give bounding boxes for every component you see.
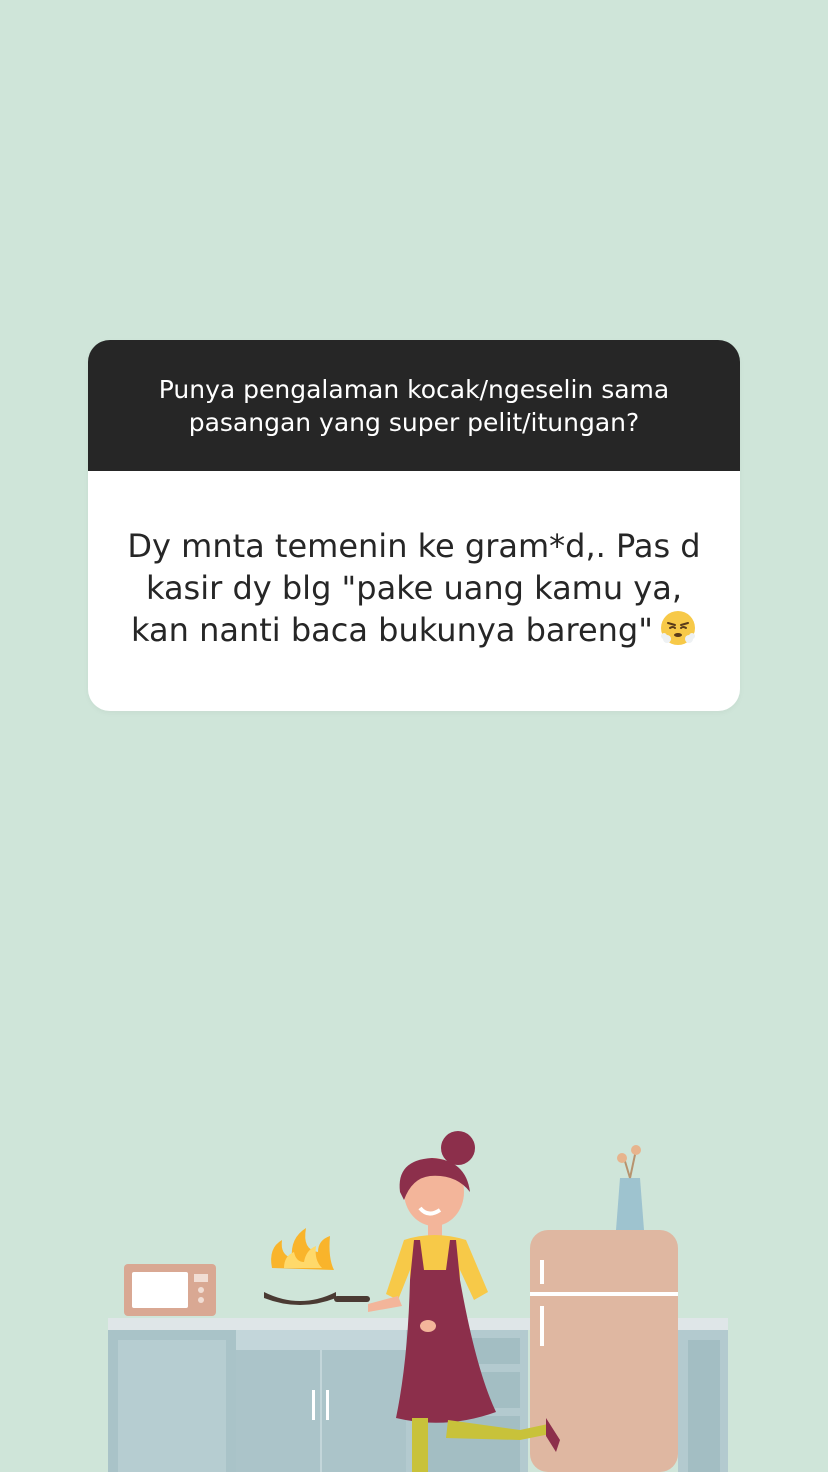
question-header: Punya pengalaman kocak/ngeselin sama pas… (88, 340, 740, 471)
face-with-steam-icon (659, 609, 697, 657)
answer-body: Dy mnta temenin ke gram*d,. Pas d kasir … (88, 471, 740, 711)
question-answer-card: Punya pengalaman kocak/ngeselin sama pas… (88, 340, 740, 711)
flower-vase-icon (616, 1145, 644, 1230)
question-text: Punya pengalaman kocak/ngeselin sama pas… (158, 374, 670, 437)
answer-text-wrap: Dy mnta temenin ke gram*d,. Pas d kasir … (118, 525, 710, 657)
frying-pan-with-fire-icon (264, 1228, 370, 1305)
kitchen-illustration (108, 1131, 728, 1472)
microwave-icon (124, 1264, 216, 1316)
answer-text: Dy mnta temenin ke gram*d,. Pas d kasir … (127, 527, 701, 649)
